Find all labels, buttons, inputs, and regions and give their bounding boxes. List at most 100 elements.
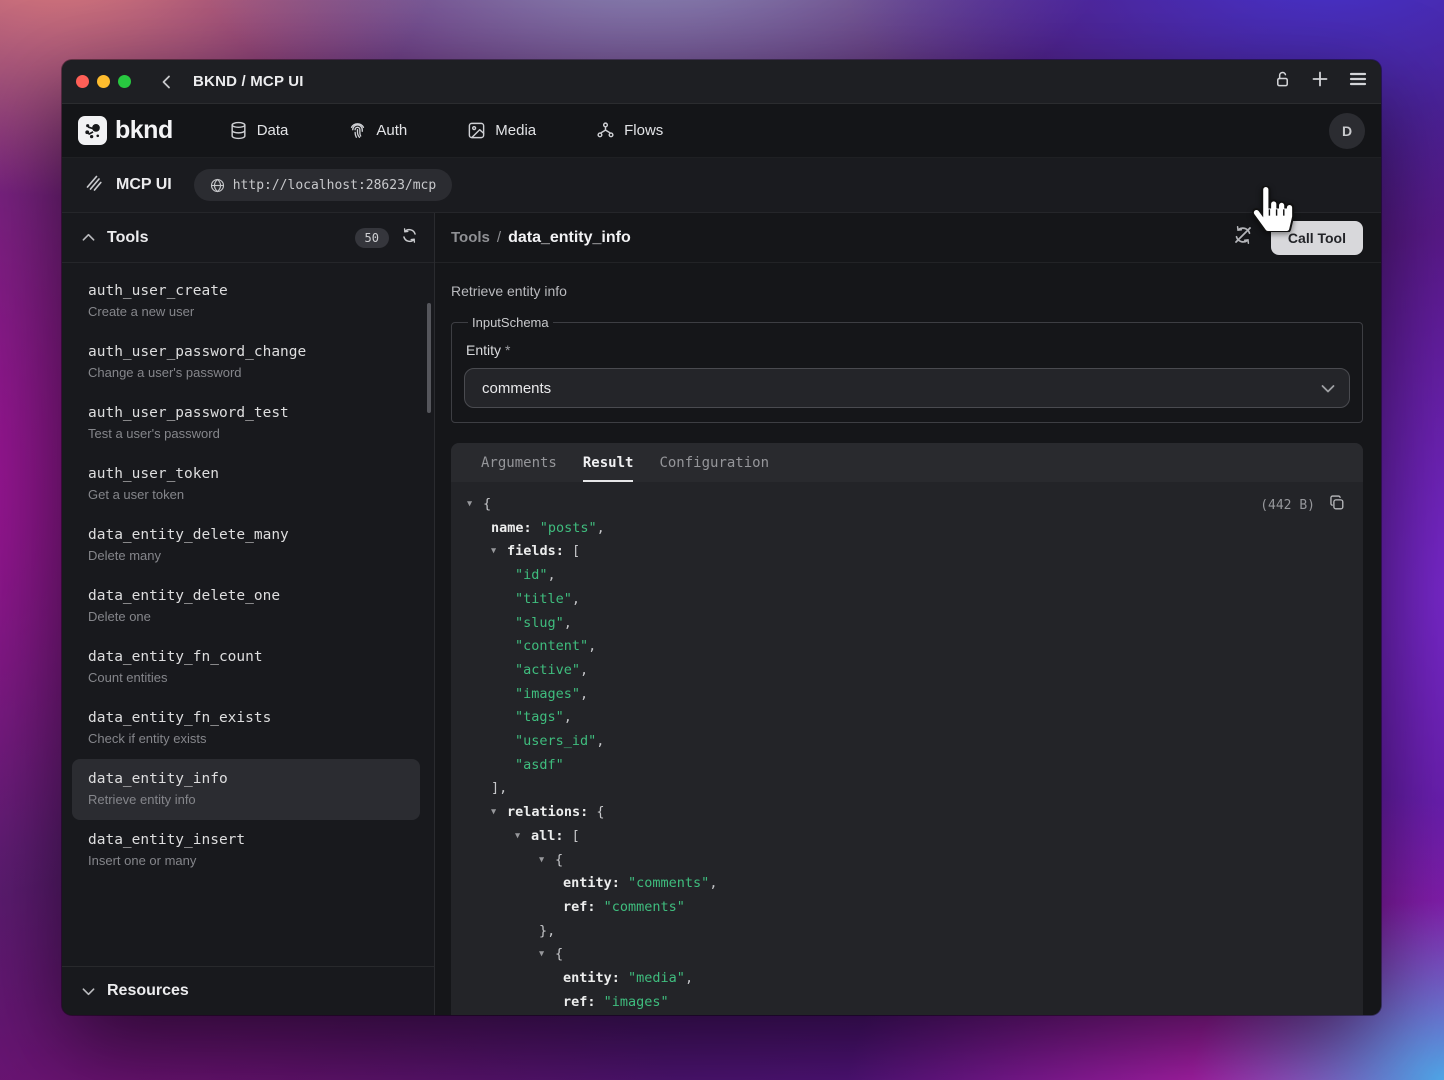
json-token-str: "comments" <box>620 875 709 891</box>
tool-list-item[interactable]: auth_user_tokenGet a user token <box>72 454 420 515</box>
json-token-punct: { <box>555 852 563 868</box>
json-line: "content", <box>467 635 1347 659</box>
breadcrumb-section[interactable]: Tools <box>451 229 490 246</box>
close-window-button[interactable] <box>76 75 89 88</box>
tool-list-item[interactable]: data_entity_delete_oneDelete one <box>72 576 420 637</box>
tool-name: data_entity_info <box>88 771 404 787</box>
tab-configuration[interactable]: Configuration <box>659 443 769 482</box>
resources-header-label: Resources <box>107 982 189 1000</box>
brand-name: bknd <box>115 116 173 145</box>
json-line: ▼relations: { <box>467 801 1347 825</box>
json-token-str: "id" <box>515 567 548 583</box>
tool-name: auth_user_password_test <box>88 405 404 421</box>
bknd-logo-icon <box>78 116 107 145</box>
tool-name: auth_user_token <box>88 466 404 482</box>
tool-list-item[interactable]: auth_user_password_testTest a user's pas… <box>72 393 420 454</box>
json-token-punct: , <box>580 662 588 678</box>
auto-refresh-off-icon[interactable] <box>1233 225 1253 250</box>
tool-list-item[interactable]: auth_user_password_changeChange a user's… <box>72 332 420 393</box>
resources-section-header[interactable]: Resources <box>62 966 434 1015</box>
copy-result-icon[interactable] <box>1329 495 1345 516</box>
tab-result[interactable]: Result <box>583 443 634 482</box>
tool-list-item[interactable]: data_entity_fn_existsCheck if entity exi… <box>72 698 420 759</box>
json-line: "id", <box>467 564 1347 588</box>
tool-desc: Count entities <box>88 670 404 685</box>
tool-detail-header: Tools / data_entity_info Call Tool <box>435 213 1381 263</box>
json-token-punct: [ <box>564 828 580 844</box>
tool-desc: Delete one <box>88 609 404 624</box>
call-tool-button[interactable]: Call Tool <box>1271 221 1363 255</box>
input-schema-fieldset: InputSchema Entity* comments <box>451 315 1363 423</box>
json-token-punct: , <box>548 567 556 583</box>
nav-item-auth[interactable]: Auth <box>348 121 407 140</box>
tools-count-badge: 50 <box>355 228 389 248</box>
result-panel: ArgumentsResultConfiguration (442 B) ▼{n… <box>451 443 1363 1015</box>
collapse-triangle-icon[interactable]: ▼ <box>515 825 531 849</box>
json-line: "users_id", <box>467 730 1347 754</box>
tool-name: data_entity_insert <box>88 832 404 848</box>
result-body: (442 B) ▼{name: "posts",▼fields: ["id","… <box>451 482 1363 1015</box>
json-token-str: "posts" <box>532 520 597 536</box>
tool-list-item[interactable]: auth_user_create Create a new user <box>72 271 420 332</box>
new-tab-icon[interactable] <box>1311 70 1329 93</box>
image-icon <box>467 121 486 140</box>
json-line: ▼{ <box>467 493 1347 517</box>
json-token-punct: , <box>685 970 693 986</box>
window-title: BKND / MCP UI <box>193 73 304 90</box>
menu-icon[interactable] <box>1349 71 1367 92</box>
mcp-url-pill[interactable]: http://localhost:28623/mcp <box>194 169 453 201</box>
zoom-window-button[interactable] <box>118 75 131 88</box>
nav-item-media[interactable]: Media <box>467 121 536 140</box>
nav-item-data[interactable]: Data <box>229 121 289 140</box>
back-icon[interactable] <box>159 74 175 90</box>
json-line: "active", <box>467 659 1347 683</box>
collapse-triangle-icon[interactable]: ▼ <box>539 849 555 873</box>
tool-detail-panel: Tools / data_entity_info Call Tool Retri… <box>435 213 1381 1015</box>
breadcrumb-current: data_entity_info <box>508 229 631 247</box>
app-nav-bar: bknd Data Auth Media Flows D <box>62 104 1381 158</box>
tool-list-item[interactable]: data_entity_infoRetrieve entity info <box>72 759 420 820</box>
breadcrumb-separator: / <box>497 229 501 246</box>
tool-name: data_entity_fn_count <box>88 649 404 665</box>
collapse-triangle-icon[interactable]: ▼ <box>467 493 483 517</box>
json-token-str: "active" <box>515 662 580 678</box>
json-line: ▼{ <box>467 943 1347 967</box>
collapse-triangle-icon[interactable]: ▼ <box>491 801 507 825</box>
lock-open-icon[interactable] <box>1274 70 1291 93</box>
nav-item-flows[interactable]: Flows <box>596 121 663 140</box>
json-token-str: "users_id" <box>515 733 596 749</box>
tool-list-item[interactable]: data_entity_fn_count Count entities <box>72 637 420 698</box>
json-token-key: all: <box>531 828 564 844</box>
user-avatar[interactable]: D <box>1329 113 1365 149</box>
workflow-icon <box>596 121 615 140</box>
json-token-str: "images" <box>515 686 580 702</box>
tab-arguments[interactable]: Arguments <box>481 443 557 482</box>
json-token-key: entity: <box>563 970 620 986</box>
refresh-tools-icon[interactable] <box>401 227 418 249</box>
database-icon <box>229 121 248 140</box>
tool-list-item[interactable]: data_entity_insertInsert one or many <box>72 820 420 881</box>
tool-list-item[interactable]: data_entity_delete_manyDelete many <box>72 515 420 576</box>
tool-name: auth_user_create <box>88 283 404 299</box>
json-token-str: "tags" <box>515 709 564 725</box>
json-result-viewer[interactable]: ▼{name: "posts",▼fields: ["id","title","… <box>467 493 1347 1014</box>
json-token-punct: { <box>555 946 563 962</box>
collapse-triangle-icon[interactable]: ▼ <box>539 943 555 967</box>
json-token-key: relations: <box>507 804 588 820</box>
minimize-window-button[interactable] <box>97 75 110 88</box>
brand-logo[interactable]: bknd <box>78 116 173 145</box>
json-token-punct: , <box>588 638 596 654</box>
sidebar-scrollbar[interactable] <box>427 303 431 413</box>
collapse-triangle-icon[interactable]: ▼ <box>491 540 507 564</box>
mcp-url: http://localhost:28623/mcp <box>233 178 437 193</box>
json-line: entity: "media", <box>467 967 1347 991</box>
entity-select[interactable]: comments <box>464 368 1350 408</box>
json-token-punct: , <box>580 686 588 702</box>
tools-section-header[interactable]: Tools 50 <box>62 213 434 263</box>
tool-desc: Create a new user <box>88 304 404 319</box>
json-token-str: "slug" <box>515 615 564 631</box>
json-token-str: "title" <box>515 591 572 607</box>
json-token-str: "content" <box>515 638 588 654</box>
tool-name: data_entity_delete_many <box>88 527 404 543</box>
json-token-punct: , <box>564 615 572 631</box>
